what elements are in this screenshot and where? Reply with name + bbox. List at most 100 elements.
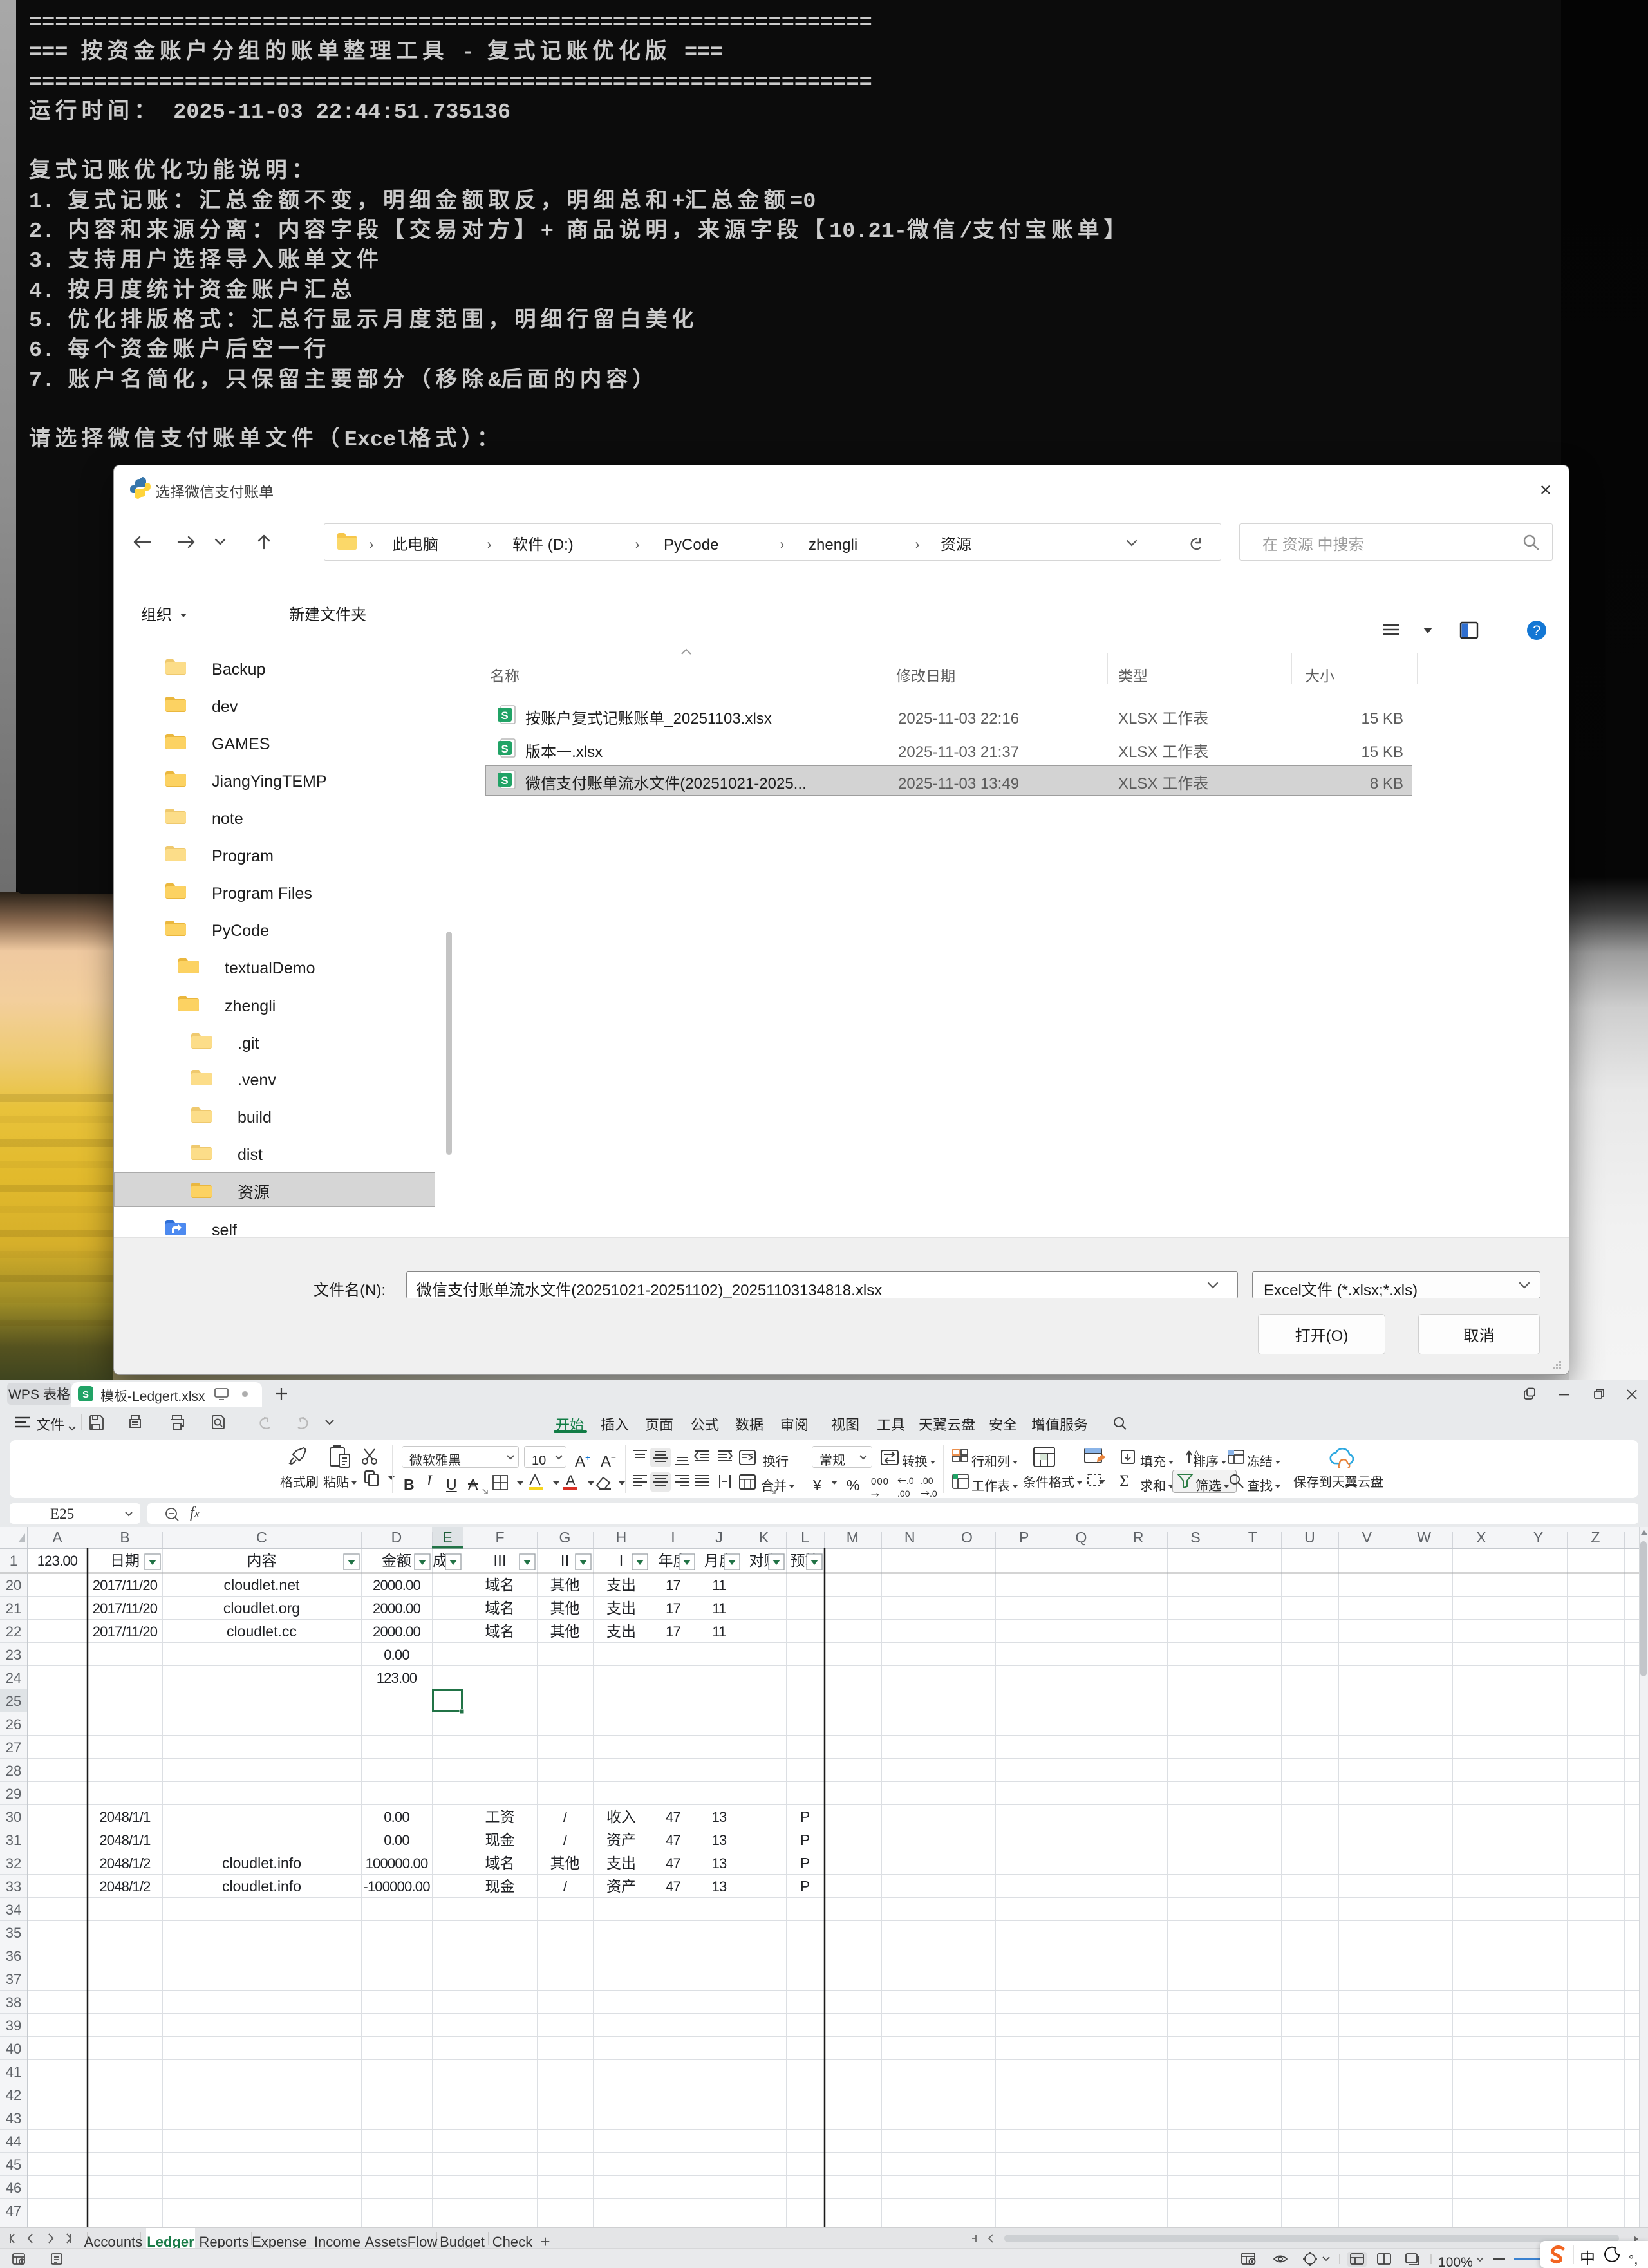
svg-text:47: 47 bbox=[666, 1875, 680, 1896]
svg-text:36: 36 bbox=[6, 1945, 22, 1965]
svg-text:47: 47 bbox=[666, 1852, 680, 1873]
svg-text:cloudlet.cc: cloudlet.cc bbox=[227, 1619, 297, 1641]
svg-text:2017/11/20: 2017/11/20 bbox=[93, 1597, 158, 1618]
svg-text:S: S bbox=[501, 709, 508, 722]
svg-text:域名: 域名 bbox=[485, 1596, 514, 1618]
svg-text:其他: 其他 bbox=[550, 1851, 579, 1873]
svg-text:Ⅲ: Ⅲ bbox=[492, 1548, 507, 1570]
svg-text:工资: 工资 bbox=[485, 1804, 514, 1826]
svg-text:24: 24 bbox=[6, 1667, 22, 1687]
svg-text:21: 21 bbox=[6, 1597, 22, 1618]
svg-text:F: F bbox=[495, 1527, 504, 1547]
svg-text:100000.00: 100000.00 bbox=[366, 1852, 428, 1873]
svg-text:Ⅰ: Ⅰ bbox=[613, 1548, 628, 1570]
svg-text:X: X bbox=[1476, 1527, 1486, 1547]
svg-text:13: 13 bbox=[712, 1875, 727, 1896]
svg-text:P: P bbox=[800, 1804, 810, 1826]
svg-text:43: 43 bbox=[6, 2107, 22, 2128]
svg-text:A: A bbox=[52, 1527, 62, 1547]
svg-text:27: 27 bbox=[6, 1736, 22, 1757]
svg-text:域名: 域名 bbox=[485, 1851, 514, 1873]
svg-text:内容: 内容 bbox=[247, 1548, 276, 1570]
svg-text:P: P bbox=[800, 1874, 810, 1896]
svg-text:U: U bbox=[1304, 1527, 1315, 1547]
svg-text:B: B bbox=[120, 1527, 129, 1547]
svg-text:金额: 金额 bbox=[382, 1548, 411, 1570]
svg-text:S: S bbox=[1190, 1527, 1200, 1547]
svg-text:支出: 支出 bbox=[606, 1596, 636, 1618]
svg-text:O: O bbox=[961, 1527, 973, 1547]
svg-text:域名: 域名 bbox=[485, 1619, 514, 1641]
svg-text:2017/11/20: 2017/11/20 bbox=[93, 1620, 158, 1641]
svg-text:13: 13 bbox=[712, 1829, 727, 1850]
svg-text:2000.00: 2000.00 bbox=[373, 1597, 420, 1618]
svg-text:W: W bbox=[1417, 1527, 1431, 1547]
svg-text:11: 11 bbox=[712, 1597, 726, 1618]
svg-text:2048/1/2: 2048/1/2 bbox=[99, 1852, 151, 1873]
svg-text:47: 47 bbox=[666, 1829, 680, 1850]
svg-text:26: 26 bbox=[6, 1713, 22, 1734]
svg-text:40: 40 bbox=[6, 2038, 22, 2058]
svg-text:支出: 支出 bbox=[606, 1851, 636, 1873]
svg-text:Ⅱ: Ⅱ bbox=[557, 1548, 572, 1570]
svg-text:R: R bbox=[1133, 1527, 1144, 1547]
svg-text:28: 28 bbox=[6, 1759, 22, 1780]
svg-text:17: 17 bbox=[666, 1597, 680, 1618]
svg-text:cloudlet.net: cloudlet.net bbox=[224, 1573, 300, 1595]
svg-text:45: 45 bbox=[6, 2153, 22, 2174]
svg-text:S: S bbox=[501, 774, 508, 787]
svg-text:A: A bbox=[566, 1472, 576, 1488]
svg-text:现金: 现金 bbox=[485, 1828, 514, 1850]
svg-text:34: 34 bbox=[6, 1898, 22, 1919]
svg-text:T: T bbox=[1248, 1527, 1257, 1547]
svg-text:?: ? bbox=[1533, 623, 1540, 639]
svg-text:13: 13 bbox=[712, 1852, 727, 1873]
svg-text:2048/1/1: 2048/1/1 bbox=[99, 1829, 151, 1850]
svg-text:Y: Y bbox=[1533, 1527, 1543, 1547]
svg-text:47: 47 bbox=[6, 2200, 22, 2220]
svg-text:D: D bbox=[391, 1527, 402, 1547]
svg-text:K: K bbox=[759, 1527, 769, 1547]
svg-text:J: J bbox=[715, 1527, 723, 1547]
svg-text:46: 46 bbox=[6, 2177, 22, 2197]
svg-text:G: G bbox=[559, 1527, 571, 1547]
svg-text:123.00: 123.00 bbox=[377, 1667, 417, 1687]
svg-text:44: 44 bbox=[6, 2130, 22, 2151]
svg-text:支出: 支出 bbox=[606, 1619, 636, 1641]
svg-text:33: 33 bbox=[6, 1875, 22, 1896]
svg-text:13: 13 bbox=[712, 1806, 727, 1826]
svg-text:29: 29 bbox=[6, 1783, 22, 1803]
svg-text:其他: 其他 bbox=[550, 1619, 579, 1641]
svg-text:V: V bbox=[1362, 1527, 1372, 1547]
svg-text:收入: 收入 bbox=[606, 1804, 636, 1826]
svg-text:11: 11 bbox=[712, 1620, 726, 1641]
svg-text:日期: 日期 bbox=[110, 1548, 140, 1570]
svg-text:其他: 其他 bbox=[550, 1573, 579, 1595]
svg-text:47: 47 bbox=[666, 1806, 680, 1826]
svg-text:cloudlet.info: cloudlet.info bbox=[222, 1851, 301, 1873]
svg-text:现金: 现金 bbox=[485, 1874, 514, 1896]
svg-text:25: 25 bbox=[6, 1690, 22, 1710]
svg-text:2017/11/20: 2017/11/20 bbox=[93, 1574, 158, 1595]
svg-text:23: 23 bbox=[6, 1644, 22, 1664]
svg-text:0.00: 0.00 bbox=[384, 1644, 409, 1664]
svg-text:2048/1/1: 2048/1/1 bbox=[99, 1806, 151, 1826]
svg-text:-100000.00: -100000.00 bbox=[363, 1875, 430, 1896]
svg-text:S: S bbox=[501, 743, 508, 755]
svg-text:38: 38 bbox=[6, 1991, 22, 2012]
svg-text:31: 31 bbox=[6, 1829, 22, 1850]
svg-text:P: P bbox=[1019, 1527, 1029, 1547]
svg-text:I: I bbox=[671, 1527, 675, 1547]
svg-text:22: 22 bbox=[6, 1620, 22, 1641]
svg-text:M: M bbox=[847, 1527, 859, 1547]
svg-text:0.00: 0.00 bbox=[384, 1806, 409, 1826]
svg-text:2000.00: 2000.00 bbox=[373, 1574, 420, 1595]
svg-text:30: 30 bbox=[6, 1806, 22, 1826]
svg-text:L: L bbox=[801, 1527, 809, 1547]
svg-text:资产: 资产 bbox=[606, 1828, 636, 1850]
svg-text:0.00: 0.00 bbox=[384, 1829, 409, 1850]
svg-text:17: 17 bbox=[666, 1574, 680, 1595]
svg-text:123.00: 123.00 bbox=[37, 1550, 78, 1570]
svg-text:S: S bbox=[82, 1389, 89, 1400]
svg-text:cloudlet.info: cloudlet.info bbox=[222, 1874, 301, 1896]
